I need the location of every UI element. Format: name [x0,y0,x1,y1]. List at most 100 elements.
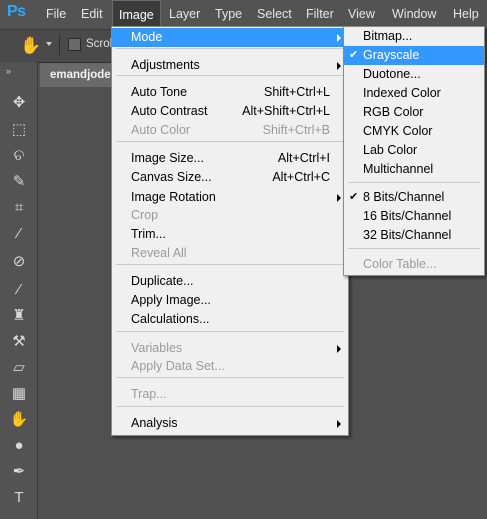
submenu-arrow-icon [337,62,341,70]
menu-item-label: Variables [131,341,183,355]
menu-item-label: RGB Color [363,105,424,119]
checkmark-icon: ✔ [349,49,359,61]
image-menu-item-crop[interactable]: Crop [112,206,348,225]
menu-item-label: Multichannel [363,162,434,176]
menu-filter[interactable]: Filter [300,0,340,28]
menu-item-label: Image Size... [131,151,204,165]
menu-window[interactable]: Window [386,0,442,28]
mode-menu-item-indexed-color[interactable]: Indexed Color [344,84,484,103]
mode-menu-item-8-bits-channel[interactable]: ✔ 8 Bits/Channel [344,188,484,207]
marquee-icon[interactable]: ⬚ [8,120,30,140]
menu-separator [116,406,344,407]
image-menu-item-canvas-size[interactable]: Canvas Size... Alt+Ctrl+C [112,168,348,187]
menu-separator [348,248,480,249]
pen-icon[interactable]: ✒ [8,462,30,482]
type-icon[interactable]: T [8,488,30,508]
menu-item-label: Crop [131,208,159,222]
menu-item-label: CMYK Color [363,124,433,138]
crop-icon[interactable]: ⌗ [8,198,30,218]
brush-icon[interactable]: ⁄ [8,280,30,300]
image-menu-item-apply-image[interactable]: Apply Image... [112,291,348,310]
menu-item-label: 16 Bits/Channel [363,209,452,223]
clone-stamp-icon[interactable]: ♜ [8,306,30,326]
menu-item-label: Adjustments [131,58,200,72]
image-menu-item-adjustments[interactable]: Adjustments [112,56,348,75]
image-menu: Mode Adjustments Auto Tone Shift+Ctrl+L Auto… [111,26,349,436]
mode-menu-item-lab-color[interactable]: Lab Color [344,141,484,160]
image-menu-item-trap[interactable]: Trap... [112,385,348,404]
history-brush-icon[interactable]: ⚒ [8,332,30,352]
image-menu-item-trim[interactable]: Trim... [112,225,348,244]
menu-item-label: 32 Bits/Channel [363,228,452,242]
hand-tool-icon[interactable]: ✋ [20,36,42,56]
menu-separator [116,141,344,142]
image-menu-item-variables[interactable]: Variables [112,339,348,358]
gradient-icon[interactable]: ▦ [8,384,30,404]
mode-menu-item-multichannel[interactable]: Multichannel [344,160,484,179]
healing-brush-icon[interactable]: ⊘ [8,252,30,272]
submenu-arrow-icon [337,420,341,428]
menu-edit[interactable]: Edit [75,0,109,28]
image-menu-item-mode[interactable]: Mode [112,28,348,47]
blur-icon[interactable]: ✋ [8,410,30,430]
menu-item-label: Lab Color [363,143,418,157]
menu-separator [116,75,344,76]
menu-bar: Ps File Edit Image Layer Type Select Fil… [0,0,487,28]
image-menu-item-duplicate[interactable]: Duplicate... [112,272,348,291]
menu-item-label: Bitmap... [363,29,413,43]
image-menu-item-auto-contrast[interactable]: Auto Contrast Alt+Shift+Ctrl+L [112,102,348,121]
image-menu-item-image-size[interactable]: Image Size... Alt+Ctrl+I [112,149,348,168]
mode-menu-item-duotone[interactable]: Duotone... [344,65,484,84]
menu-item-label: Analysis [131,416,178,430]
dodge-icon[interactable]: ● [8,436,30,456]
options-divider [59,35,60,55]
menu-item-label: Auto Color [131,123,191,137]
eyedropper-icon[interactable]: ⁄ [8,224,30,244]
menu-item-label: Duplicate... [131,274,194,288]
eraser-icon[interactable]: ▱ [8,358,30,378]
scroll-all-windows-checkbox[interactable] [68,38,81,51]
menu-type[interactable]: Type [209,0,248,28]
image-menu-item-auto-tone[interactable]: Auto Tone Shift+Ctrl+L [112,83,348,102]
mode-menu-item-color-table[interactable]: Color Table... [344,255,484,274]
menu-item-label: 8 Bits/Channel [363,190,445,204]
menu-help[interactable]: Help [447,0,485,28]
menu-view[interactable]: View [342,0,381,28]
menu-item-shortcut: Shift+Ctrl+B [262,123,330,137]
menu-item-label: Duotone... [363,67,421,81]
mode-menu-item-32-bits-channel[interactable]: 32 Bits/Channel [344,226,484,245]
mode-menu-item-grayscale[interactable]: ✔ Grayscale [344,46,484,65]
image-menu-item-image-rotation[interactable]: Image Rotation [112,188,348,207]
submenu-arrow-icon [337,194,341,202]
menu-item-shortcut: Alt+Shift+Ctrl+L [242,104,330,118]
menu-separator [116,264,344,265]
menu-select[interactable]: Select [251,0,298,28]
checkmark-icon: ✔ [349,191,359,203]
mode-menu-item-rgb-color[interactable]: RGB Color [344,103,484,122]
menu-item-label: Indexed Color [363,86,441,100]
menu-separator [348,182,480,183]
mode-menu-item-cmyk-color[interactable]: CMYK Color [344,122,484,141]
move-icon[interactable]: ✥ [8,93,30,113]
menu-item-shortcut: Shift+Ctrl+L [263,85,330,99]
menu-layer[interactable]: Layer [163,0,206,28]
image-menu-item-reveal-all[interactable]: Reveal All [112,244,348,263]
image-menu-item-apply-data-set[interactable]: Apply Data Set... [112,357,348,376]
tool-preset-chevron-down-icon[interactable] [46,42,52,46]
mode-menu-item-16-bits-channel[interactable]: 16 Bits/Channel [344,207,484,226]
image-menu-item-auto-color[interactable]: Auto Color Shift+Ctrl+B [112,121,348,140]
menu-item-label: Mode [131,30,163,44]
mode-menu-item-bitmap[interactable]: Bitmap... [344,27,484,46]
quick-selection-icon[interactable]: ✎ [8,172,30,192]
submenu-arrow-icon [337,345,341,353]
image-menu-item-calculations[interactable]: Calculations... [112,310,348,329]
menu-item-label: Auto Tone [131,85,188,99]
photoshop-logo: Ps [7,3,26,20]
menu-item-label: Trap... [131,387,167,401]
lasso-icon[interactable]: ଚ [8,146,30,166]
menu-image[interactable]: Image [112,0,161,28]
document-tab[interactable]: emandjodes [40,63,114,87]
menu-file[interactable]: File [40,0,72,28]
collapse-panel-icon[interactable]: » [6,66,12,76]
image-menu-item-analysis[interactable]: Analysis [112,414,348,433]
